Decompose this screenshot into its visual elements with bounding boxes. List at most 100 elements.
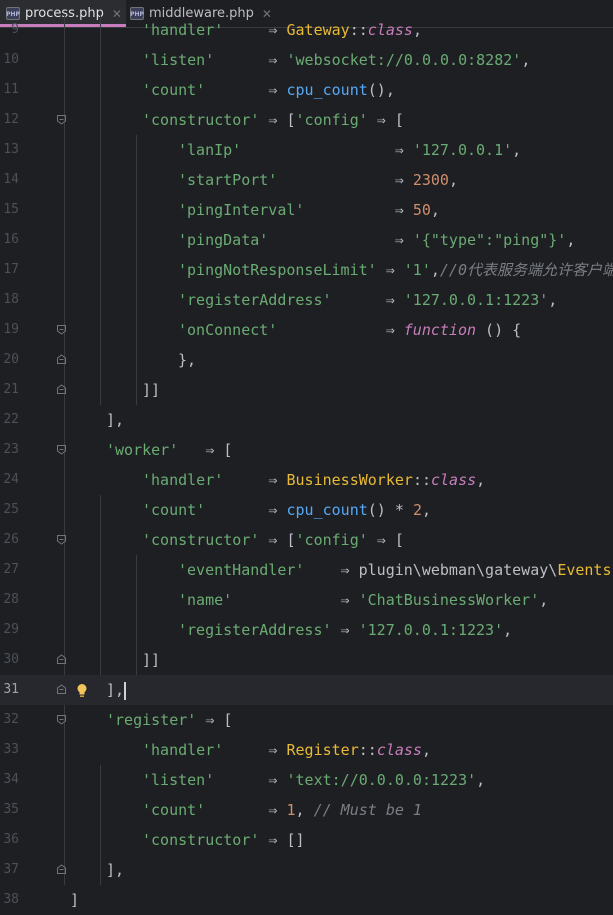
code-text[interactable]: 'constructor' ⇒ [] [142, 825, 305, 855]
fold-start-icon[interactable] [56, 324, 67, 335]
line-number[interactable]: 26 [0, 525, 19, 555]
fold-end-icon[interactable] [56, 354, 67, 365]
code-line[interactable]: 36 'constructor' ⇒ [] [0, 825, 613, 855]
code-text[interactable]: 'listen' ⇒ 'text://0.0.0.0:1223', [142, 765, 485, 795]
line-number[interactable]: 17 [0, 255, 19, 285]
fold-end-icon[interactable] [56, 684, 67, 695]
code-text[interactable]: 'pingNotResponseLimit' ⇒ '1',//0代表服务端允许客… [178, 255, 613, 285]
code-line[interactable]: 37], [0, 855, 613, 885]
code-line[interactable]: 18 'registerAddress' ⇒ '127.0.0.1:1223', [0, 285, 613, 315]
line-number[interactable]: 13 [0, 135, 19, 165]
line-number[interactable]: 21 [0, 375, 19, 405]
code-text[interactable]: 'handler' ⇒ Gateway::class, [142, 15, 422, 45]
code-line[interactable]: 30]] [0, 645, 613, 675]
code-text[interactable]: 'lanIp' ⇒ '127.0.0.1', [178, 135, 521, 165]
code-line[interactable]: 20}, [0, 345, 613, 375]
code-text[interactable]: 'count' ⇒ cpu_count() * 2, [142, 495, 431, 525]
code-line[interactable]: 24 'handler' ⇒ BusinessWorker::class, [0, 465, 613, 495]
code-line[interactable]: 9 'handler' ⇒ Gateway::class, [0, 15, 613, 45]
code-line[interactable]: 22], [0, 405, 613, 435]
code-text[interactable]: 'name' ⇒ 'ChatBusinessWorker', [178, 585, 548, 615]
code-line[interactable]: 13 'lanIp' ⇒ '127.0.0.1', [0, 135, 613, 165]
line-number[interactable]: 22 [0, 405, 19, 435]
code-text[interactable]: ], [106, 405, 124, 435]
code-text[interactable]: ] [70, 885, 79, 915]
line-number[interactable]: 34 [0, 765, 19, 795]
line-number[interactable]: 38 [0, 885, 19, 915]
code-text[interactable]: ], [106, 855, 124, 885]
code-text[interactable]: 'pingData' ⇒ '{"type":"ping"}', [178, 225, 575, 255]
code-text[interactable]: 'onConnect' ⇒ function () { [178, 315, 521, 345]
code-text[interactable]: 'constructor' ⇒ ['config' ⇒ [ [142, 105, 404, 135]
line-number[interactable]: 35 [0, 795, 19, 825]
line-number[interactable]: 11 [0, 75, 19, 105]
code-editor[interactable]: 9'handler' ⇒ Gateway::class, 10'listen' ⇒… [0, 15, 613, 909]
fold-start-icon[interactable] [56, 444, 67, 455]
line-number[interactable]: 32 [0, 705, 19, 735]
code-line[interactable]: 14 'startPort' ⇒ 2300, [0, 165, 613, 195]
line-number[interactable]: 14 [0, 165, 19, 195]
line-number[interactable]: 31 [0, 675, 19, 705]
code-text[interactable]: 'registerAddress' ⇒ '127.0.0.1:1223', [178, 285, 557, 315]
fold-start-icon[interactable] [56, 114, 67, 125]
code-line[interactable]: 38] [0, 885, 613, 915]
line-number[interactable]: 15 [0, 195, 19, 225]
line-number[interactable]: 27 [0, 555, 19, 585]
line-number[interactable]: 33 [0, 735, 19, 765]
fold-start-icon[interactable] [56, 714, 67, 725]
code-line[interactable]: 29 'registerAddress' ⇒ '127.0.0.1:1223', [0, 615, 613, 645]
code-text[interactable]: 'worker' ⇒ [ [106, 435, 232, 465]
code-line[interactable]: 16 'pingData' ⇒ '{"type":"ping"}', [0, 225, 613, 255]
code-line[interactable]: 15 'pingInterval' ⇒ 50, [0, 195, 613, 225]
code-text[interactable]: ], [106, 675, 127, 705]
code-text[interactable]: 'count' ⇒ cpu_count(), [142, 75, 395, 105]
line-number[interactable]: 9 [0, 15, 19, 45]
code-text[interactable]: 'count' ⇒ 1, // Must be 1 [142, 795, 422, 825]
code-line[interactable]: 34 'listen' ⇒ 'text://0.0.0.0:1223', [0, 765, 613, 795]
code-text[interactable]: 'listen' ⇒ 'websocket://0.0.0.0:8282', [142, 45, 530, 75]
code-text[interactable]: 'pingInterval' ⇒ 50, [178, 195, 440, 225]
fold-end-icon[interactable] [56, 384, 67, 395]
code-text[interactable]: 'handler' ⇒ Register::class, [142, 735, 431, 765]
line-number[interactable]: 30 [0, 645, 19, 675]
line-number[interactable]: 18 [0, 285, 19, 315]
code-text[interactable]: 'eventHandler' ⇒ plugin\webman\gateway\E… [178, 555, 612, 585]
line-number[interactable]: 16 [0, 225, 19, 255]
code-text[interactable]: 'startPort' ⇒ 2300, [178, 165, 458, 195]
code-text[interactable]: 'registerAddress' ⇒ '127.0.0.1:1223', [178, 615, 512, 645]
code-text[interactable]: ]] [142, 645, 160, 675]
line-number[interactable]: 10 [0, 45, 19, 75]
code-line[interactable]: 35 'count' ⇒ 1, // Must be 1 [0, 795, 613, 825]
line-number[interactable]: 23 [0, 435, 19, 465]
line-number[interactable]: 25 [0, 495, 19, 525]
line-number[interactable]: 12 [0, 105, 19, 135]
code-line[interactable]: 19 'onConnect' ⇒ function () { [0, 315, 613, 345]
code-line[interactable]: 17 'pingNotResponseLimit' ⇒ '1',//0代表服务端允… [0, 255, 613, 285]
code-line[interactable]: 26 'constructor' ⇒ ['config' ⇒ [ [0, 525, 613, 555]
code-line[interactable]: 31], [0, 675, 613, 705]
line-number[interactable]: 19 [0, 315, 19, 345]
line-number[interactable]: 29 [0, 615, 19, 645]
code-line[interactable]: 28 'name' ⇒ 'ChatBusinessWorker', [0, 585, 613, 615]
line-number[interactable]: 28 [0, 585, 19, 615]
lightbulb-icon[interactable] [76, 683, 88, 698]
line-number[interactable]: 24 [0, 465, 19, 495]
code-line[interactable]: 33 'handler' ⇒ Register::class, [0, 735, 613, 765]
line-number[interactable]: 37 [0, 855, 19, 885]
fold-end-icon[interactable] [56, 654, 67, 665]
fold-start-icon[interactable] [56, 534, 67, 545]
line-number[interactable]: 36 [0, 825, 19, 855]
code-line[interactable]: 32 'register' ⇒ [ [0, 705, 613, 735]
code-line[interactable]: 27 'eventHandler' ⇒ plugin\webman\gateway… [0, 555, 613, 585]
code-line[interactable]: 11 'count' ⇒ cpu_count(), [0, 75, 613, 105]
code-text[interactable]: 'register' ⇒ [ [106, 705, 232, 735]
code-line[interactable]: 25 'count' ⇒ cpu_count() * 2, [0, 495, 613, 525]
code-line[interactable]: 10 'listen' ⇒ 'websocket://0.0.0.0:8282', [0, 45, 613, 75]
code-text[interactable]: 'constructor' ⇒ ['config' ⇒ [ [142, 525, 404, 555]
code-text[interactable]: 'handler' ⇒ BusinessWorker::class, [142, 465, 485, 495]
code-line[interactable]: 21]] [0, 375, 613, 405]
code-line[interactable]: 23 'worker' ⇒ [ [0, 435, 613, 465]
code-line[interactable]: 12 'constructor' ⇒ ['config' ⇒ [ [0, 105, 613, 135]
fold-end-icon[interactable] [56, 864, 67, 875]
line-number[interactable]: 20 [0, 345, 19, 375]
